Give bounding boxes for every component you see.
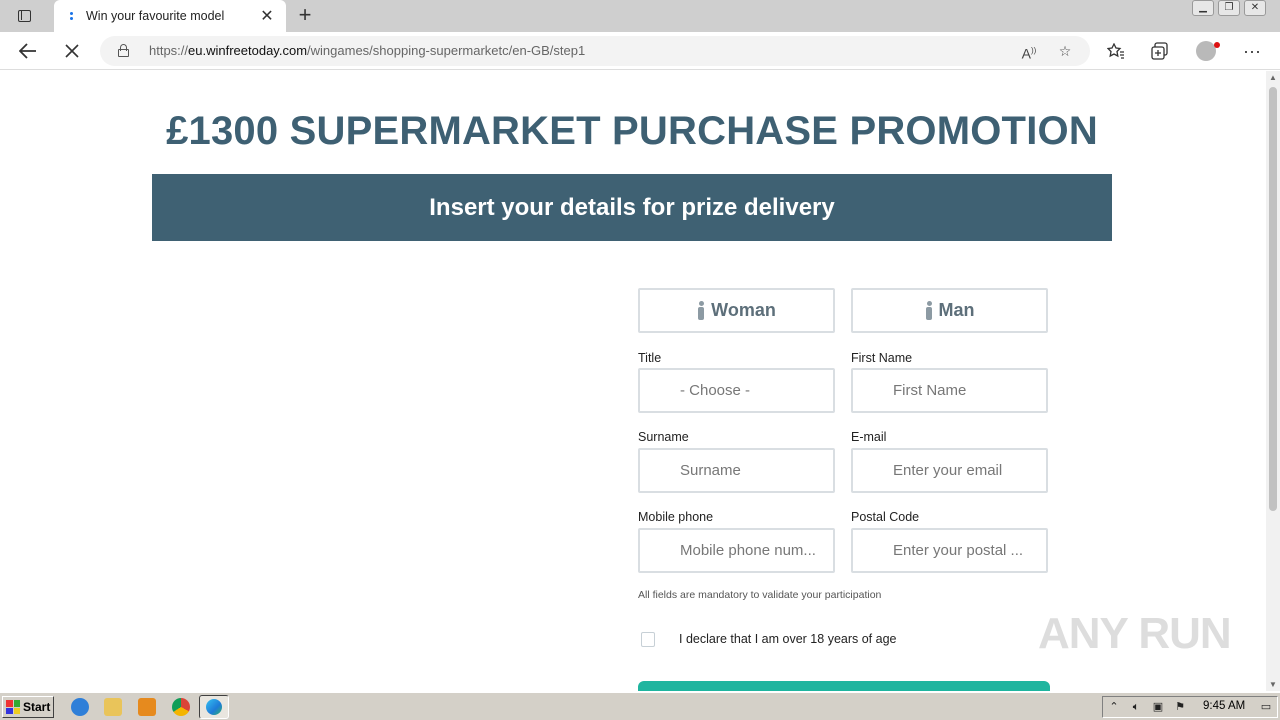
- browser-toolbar: https://eu.winfreetoday.com/wingames/sho…: [0, 32, 1280, 70]
- surname-label: Surname: [638, 430, 689, 444]
- postal-code-label: Postal Code: [851, 510, 920, 524]
- tab-close-icon[interactable]: ✕: [258, 6, 276, 26]
- taskbar: Start ⌃ 🔈︎ ▣ ⚑ 9:45 AM ▭: [0, 692, 1280, 720]
- man-icon: [925, 300, 933, 321]
- browser-tab[interactable]: Win your favourite model ✕: [54, 0, 286, 32]
- url-prefix: https://: [149, 43, 189, 58]
- first-name-input[interactable]: First Name: [851, 368, 1048, 413]
- mandatory-note: All fields are mandatory to validate you…: [638, 589, 882, 601]
- mobile-phone-input[interactable]: Mobile phone num...: [638, 528, 835, 573]
- chrome-icon[interactable]: [172, 698, 190, 716]
- email-label: E-mail: [851, 430, 887, 444]
- profile-avatar[interactable]: [1196, 41, 1220, 61]
- title-label: Title: [638, 351, 662, 365]
- add-favorite-icon[interactable]: ☆: [1054, 40, 1076, 62]
- start-label: Start: [23, 700, 51, 714]
- volume-icon[interactable]: 🔈︎: [1129, 700, 1143, 714]
- url-host: eu.winfreetoday.com: [188, 43, 308, 58]
- edge-taskbar-button[interactable]: [199, 695, 229, 719]
- url-text[interactable]: https://eu.winfreetoday.com/wingames/sho…: [149, 43, 585, 58]
- man-button[interactable]: Man: [851, 288, 1048, 333]
- web-page: £1300 SUPERMARKET PURCHASE PROMOTION Ins…: [0, 71, 1266, 691]
- window-controls: ▁ ❐ ✕: [1192, 0, 1266, 16]
- submit-button[interactable]: [638, 681, 1050, 691]
- ie-icon[interactable]: [71, 698, 89, 716]
- start-button[interactable]: Start: [2, 696, 54, 718]
- scroll-down-icon[interactable]: ▼: [1269, 680, 1277, 689]
- man-label: Man: [938, 300, 975, 320]
- show-desktop-icon[interactable]: ▭: [1259, 700, 1273, 714]
- address-bar[interactable]: https://eu.winfreetoday.com/wingames/sho…: [100, 36, 1090, 66]
- stop-loading-icon[interactable]: [59, 38, 85, 64]
- favorites-icon[interactable]: [1103, 38, 1129, 64]
- title-select[interactable]: - Choose -: [638, 368, 835, 413]
- close-window-icon[interactable]: ✕: [1244, 0, 1266, 16]
- woman-icon: [697, 300, 705, 321]
- collections-icon[interactable]: [1147, 38, 1173, 64]
- action-center-flag-icon[interactable]: ⚑: [1173, 700, 1187, 714]
- tray-expand-icon[interactable]: ⌃: [1107, 700, 1121, 714]
- page-scrollbar[interactable]: ▲ ▼: [1266, 71, 1280, 691]
- back-arrow-icon[interactable]: [15, 38, 41, 64]
- email-input[interactable]: Enter your email: [851, 448, 1048, 493]
- edge-icon: [206, 699, 222, 715]
- mobile-phone-label: Mobile phone: [638, 510, 714, 524]
- network-icon[interactable]: ▣: [1151, 700, 1165, 714]
- lock-icon[interactable]: [118, 44, 130, 57]
- promo-title: £1300 SUPERMARKET PURCHASE PROMOTION: [166, 109, 1098, 153]
- media-player-icon[interactable]: [138, 698, 156, 716]
- new-tab-button[interactable]: +: [294, 4, 316, 26]
- postal-code-input[interactable]: Enter your postal ...: [851, 528, 1048, 573]
- age-declaration-label[interactable]: I declare that I am over 18 years of age: [679, 632, 896, 646]
- url-path: /wingames/shopping-supermarketc/en-GB/st…: [307, 43, 586, 58]
- woman-label: Woman: [711, 300, 776, 320]
- anyrun-watermark: ANY RUN: [1038, 609, 1232, 658]
- banner-text: Insert your details for prize delivery: [429, 193, 835, 221]
- windows-logo-icon: [6, 700, 20, 714]
- details-banner: Insert your details for prize delivery: [152, 174, 1112, 241]
- woman-button[interactable]: Woman: [638, 288, 835, 333]
- read-aloud-icon[interactable]: A)): [1018, 40, 1040, 62]
- age-checkbox[interactable]: [641, 632, 655, 647]
- tab-strip: Win your favourite model ✕ + ▁ ❐ ✕: [0, 0, 1280, 32]
- loading-spinner-icon: [64, 9, 78, 23]
- first-name-label: First Name: [851, 351, 913, 365]
- restore-icon[interactable]: ❐: [1218, 0, 1240, 16]
- clock[interactable]: 9:45 AM: [1203, 700, 1245, 712]
- minimize-icon[interactable]: ▁: [1192, 0, 1214, 16]
- surname-input[interactable]: Surname: [638, 448, 835, 493]
- scroll-up-icon[interactable]: ▲: [1269, 73, 1277, 82]
- system-tray: ⌃ 🔈︎ ▣ ⚑ 9:45 AM ▭: [1102, 696, 1278, 718]
- tab-title: Win your favourite model: [86, 9, 225, 23]
- folder-icon[interactable]: [104, 698, 122, 716]
- scrollbar-thumb[interactable]: [1269, 87, 1277, 511]
- more-options-icon[interactable]: ···: [1239, 38, 1265, 64]
- tab-actions-icon[interactable]: [12, 6, 36, 26]
